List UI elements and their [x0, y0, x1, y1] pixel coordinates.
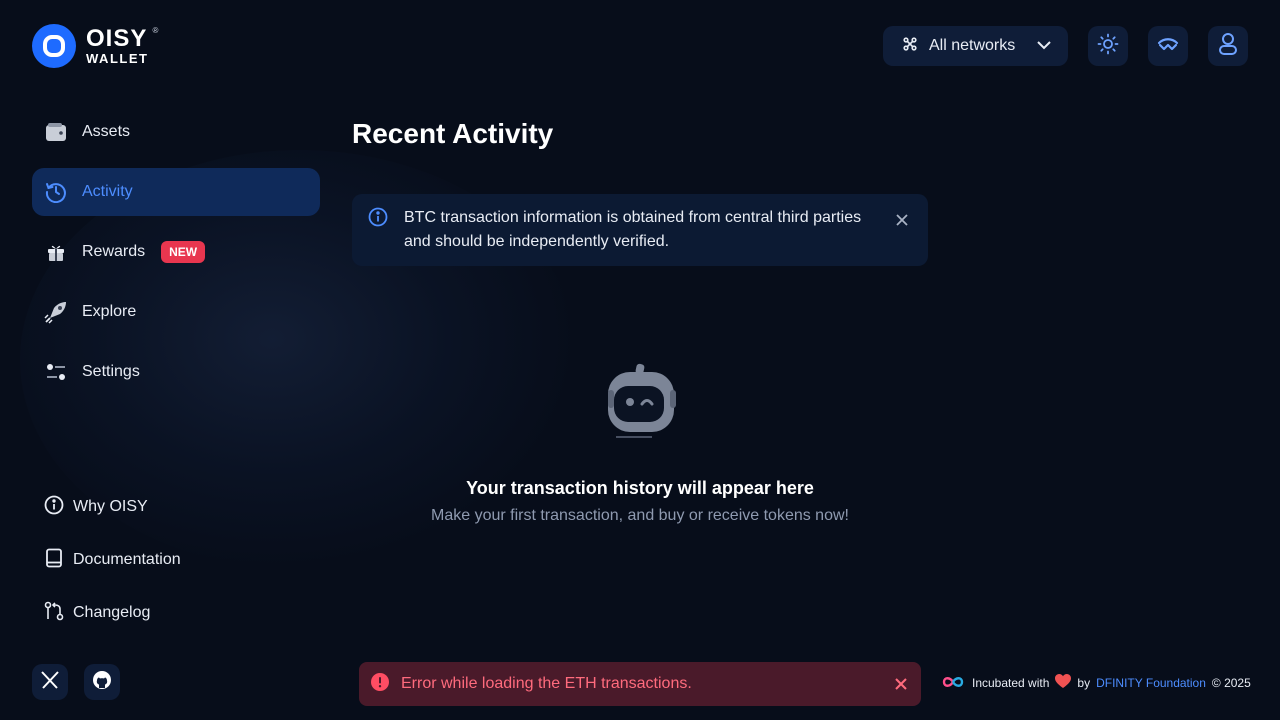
- wallet-connect-button[interactable]: [1148, 26, 1188, 66]
- sidebar-item-explore[interactable]: Explore: [32, 288, 320, 336]
- sidebar-item-label: Activity: [82, 183, 133, 200]
- registered-mark: ®: [152, 26, 159, 35]
- info-banner: BTC transaction information is obtained …: [352, 194, 928, 266]
- info-icon: [44, 495, 64, 520]
- user-icon: [1218, 32, 1238, 61]
- logo-line1: OISY: [86, 25, 148, 52]
- sidebar-item-settings[interactable]: Settings: [32, 348, 320, 396]
- info-circle-icon: [368, 207, 388, 235]
- github-icon: [92, 670, 112, 695]
- sidebar-item-label: Assets: [82, 123, 131, 140]
- user-menu-button[interactable]: [1208, 26, 1248, 66]
- close-icon[interactable]: [896, 210, 908, 234]
- chevron-down-icon: [1036, 37, 1052, 55]
- theme-toggle-button[interactable]: [1088, 26, 1128, 66]
- social-links: [32, 664, 120, 700]
- new-badge: NEW: [161, 241, 206, 263]
- sidebar-item-label: Rewards: [82, 243, 146, 260]
- error-toast: Error while loading the ETH transactions…: [359, 662, 921, 706]
- footer-incubated: Incubated with: [972, 676, 1050, 690]
- sun-icon: [1097, 33, 1119, 60]
- robot-mascot-icon: [608, 363, 676, 438]
- error-message: Error while loading the ETH transactions…: [401, 675, 692, 692]
- alert-icon: [371, 672, 389, 696]
- link-changelog[interactable]: Changelog: [44, 600, 181, 626]
- close-icon[interactable]: [895, 678, 907, 690]
- wallet-connect-icon: [1157, 37, 1179, 56]
- oisy-logo[interactable]: OISY WALLET ®: [32, 24, 158, 68]
- empty-state: Your transaction history will appear her…: [352, 360, 928, 525]
- footer: Incubated with by DFINITY Foundation © 2…: [940, 674, 1251, 692]
- network-selector-button[interactable]: All networks: [883, 26, 1068, 66]
- link-why-oisy[interactable]: Why OISY: [44, 494, 181, 520]
- link-documentation[interactable]: Documentation: [44, 547, 181, 573]
- sidebar-item-activity[interactable]: Activity: [32, 168, 320, 216]
- logo-line2: WALLET: [86, 51, 149, 66]
- networks-icon: [903, 36, 917, 56]
- info-banner-text: BTC transaction information is obtained …: [404, 209, 862, 250]
- github-button[interactable]: [84, 664, 120, 700]
- network-selector-label: All networks: [929, 37, 1016, 54]
- logo-mark-icon: [32, 24, 76, 68]
- dfinity-foundation-link[interactable]: DFINITY Foundation: [1096, 676, 1206, 690]
- x-twitter-icon: [40, 670, 60, 694]
- sidebar-item-assets[interactable]: Assets: [32, 108, 320, 156]
- link-label: Why OISY: [73, 498, 148, 515]
- x-twitter-button[interactable]: [32, 664, 68, 700]
- sliders-icon: [44, 360, 68, 384]
- empty-state-subtitle: Make your first transaction, and buy or …: [431, 507, 849, 524]
- sidebar-links: Why OISY Documentation Changelog: [44, 494, 181, 653]
- link-label: Changelog: [73, 604, 151, 621]
- footer-by: by: [1077, 676, 1091, 690]
- rocket-icon: [44, 300, 68, 324]
- page-title: Recent Activity: [352, 118, 554, 149]
- book-icon: [44, 548, 64, 573]
- sidebar-nav: Assets Activity Rewards NEW Explore Sett…: [32, 108, 320, 408]
- footer-copyright: © 2025: [1211, 676, 1251, 690]
- sidebar-item-label: Settings: [82, 363, 140, 380]
- logo-wordmark: OISY WALLET: [86, 25, 149, 66]
- link-label: Documentation: [73, 551, 181, 568]
- infinity-icon: [940, 675, 966, 692]
- history-icon: [44, 180, 68, 204]
- wallet-icon: [44, 120, 68, 144]
- sidebar-item-label: Explore: [82, 303, 137, 320]
- git-compare-icon: [44, 601, 64, 626]
- heart-icon: [1055, 674, 1072, 692]
- gift-icon: [44, 240, 68, 264]
- sidebar-item-rewards[interactable]: Rewards NEW: [32, 228, 320, 276]
- empty-state-title: Your transaction history will appear her…: [466, 478, 814, 498]
